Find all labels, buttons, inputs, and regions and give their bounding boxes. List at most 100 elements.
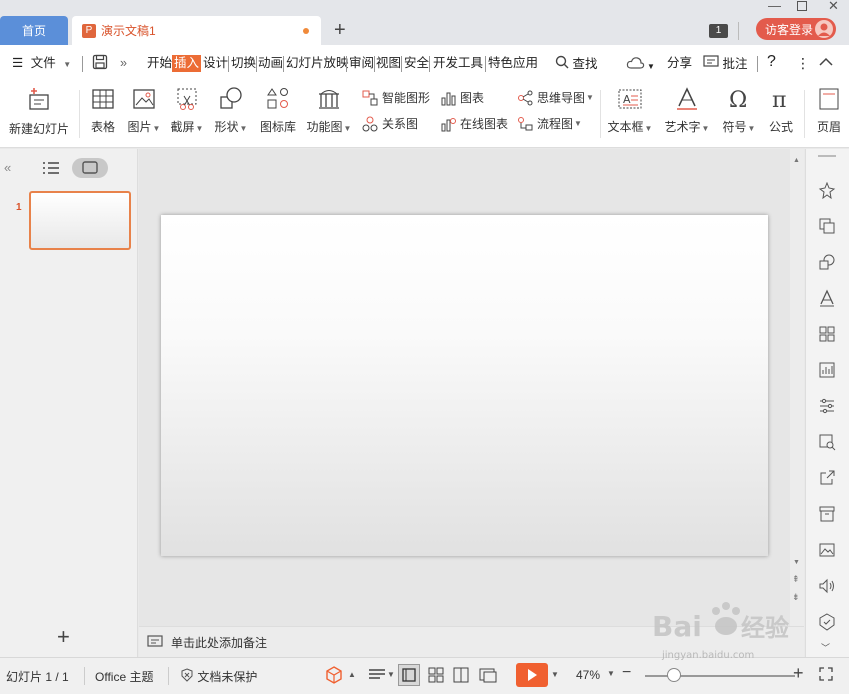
tab-animation[interactable]: 动画 bbox=[258, 55, 283, 72]
zoom-in-button[interactable]: + bbox=[793, 663, 804, 684]
tab-home[interactable]: 首页 bbox=[0, 16, 68, 45]
beautify-button[interactable] bbox=[325, 666, 343, 687]
wordart-button[interactable]: 艺术字▼ bbox=[663, 82, 711, 142]
zoom-slider-handle[interactable] bbox=[667, 668, 681, 682]
collapse-panel-icon[interactable]: « bbox=[4, 160, 11, 175]
slide-canvas[interactable] bbox=[161, 215, 768, 556]
help-icon[interactable]: ? bbox=[767, 53, 776, 70]
picture-button[interactable]: 图片▼ bbox=[124, 82, 164, 142]
more-options-icon[interactable]: ⋮ bbox=[796, 55, 810, 72]
relation-chart-button[interactable]: 关系图 bbox=[362, 115, 418, 132]
share-export-icon[interactable] bbox=[818, 469, 836, 490]
chart-button[interactable]: 图表 bbox=[440, 89, 484, 106]
shape-button[interactable]: 形状▼ bbox=[212, 82, 250, 142]
thumbnail-view-toggle[interactable] bbox=[72, 158, 108, 178]
picture-icon[interactable] bbox=[818, 541, 836, 562]
reading-view-button[interactable] bbox=[452, 666, 470, 687]
chevron-down-icon[interactable]: ▼ bbox=[387, 670, 395, 679]
sidebar-handle[interactable] bbox=[818, 155, 836, 157]
theme-name[interactable]: Office 主题 bbox=[95, 668, 153, 685]
shield-icon[interactable] bbox=[818, 613, 836, 634]
header-button[interactable]: 页眉 bbox=[812, 82, 846, 142]
presenter-view-button[interactable] bbox=[478, 666, 498, 687]
flowchart-button[interactable]: 流程图 ▼ bbox=[517, 115, 582, 132]
slide-thumbnail[interactable] bbox=[29, 191, 131, 250]
chevron-down-icon[interactable]: ▼ bbox=[551, 670, 559, 679]
window-count-badge[interactable]: 1 bbox=[709, 24, 728, 38]
zoom-level[interactable]: 47% bbox=[576, 668, 600, 682]
function-chart-button[interactable]: 功能图▼ bbox=[306, 82, 352, 142]
close-icon[interactable]: ✕ bbox=[828, 0, 839, 12]
save-icon[interactable] bbox=[92, 54, 108, 75]
more-icon[interactable]: » bbox=[120, 55, 127, 72]
new-tab-button[interactable]: + bbox=[334, 19, 346, 41]
tab-design[interactable]: 设计 bbox=[203, 55, 228, 72]
vertical-scrollbar[interactable]: ▲ ▼ ⇞ ⇟ bbox=[790, 149, 804, 657]
next-slide-icon[interactable]: ⇟ bbox=[792, 592, 800, 603]
prev-slide-icon[interactable]: ⇞ bbox=[792, 574, 800, 585]
table-button[interactable]: 表格 bbox=[86, 82, 120, 142]
fit-to-window-button[interactable] bbox=[818, 666, 834, 685]
divider bbox=[429, 56, 430, 72]
new-slide-button[interactable]: 新建幻灯片 bbox=[6, 82, 72, 142]
outline-view-icon[interactable] bbox=[42, 161, 60, 178]
textbox-button[interactable]: A 文本框▼ bbox=[606, 82, 654, 142]
chevron-down-icon[interactable]: ▼ bbox=[607, 669, 615, 678]
tab-slideshow[interactable]: 幻灯片放映 bbox=[286, 55, 349, 72]
comment-button[interactable]: 批注 bbox=[703, 55, 748, 74]
maximize-icon[interactable] bbox=[797, 1, 807, 11]
chevron-down-icon[interactable]: ﹀ bbox=[821, 641, 830, 654]
smart-graphic-label: 智能图形 bbox=[382, 91, 431, 105]
document-protection[interactable]: 文档未保护 bbox=[180, 668, 257, 685]
chevron-up-icon[interactable]: ▲ bbox=[348, 670, 356, 679]
shapes-icon bbox=[220, 87, 242, 109]
comment-icon bbox=[703, 55, 719, 74]
shape-format-icon[interactable] bbox=[818, 253, 836, 274]
online-chart-button[interactable]: 在线图表 bbox=[440, 115, 508, 132]
audio-icon[interactable] bbox=[818, 577, 836, 598]
tab-security[interactable]: 安全 bbox=[404, 55, 429, 72]
screenshot-button[interactable]: 截屏▼ bbox=[168, 82, 206, 142]
minimize-icon[interactable]: — bbox=[768, 0, 781, 12]
tab-developer[interactable]: 开发工具 bbox=[433, 55, 483, 72]
notes-area[interactable]: 单击此处添加备注 bbox=[139, 626, 804, 657]
tab-document[interactable]: P 演示文稿1 bbox=[72, 16, 321, 45]
object-select-icon[interactable] bbox=[818, 217, 836, 238]
grid-layout-icon[interactable] bbox=[818, 325, 836, 346]
search-button[interactable]: 查找 bbox=[555, 55, 598, 74]
formula-button[interactable]: π 公式 bbox=[764, 82, 798, 142]
tab-start[interactable]: 开始 bbox=[147, 55, 172, 72]
align-menu-button[interactable] bbox=[368, 667, 386, 686]
collapse-ribbon-icon[interactable] bbox=[818, 54, 834, 75]
symbol-button[interactable]: Ω 符号▼ bbox=[720, 82, 758, 142]
tab-view[interactable]: 视图 bbox=[376, 55, 401, 72]
text-effect-icon[interactable] bbox=[818, 289, 836, 310]
chart-analysis-icon[interactable] bbox=[818, 361, 836, 382]
archive-icon[interactable] bbox=[818, 505, 836, 526]
flowchart-label: 流程图 bbox=[537, 117, 574, 131]
magic-icon[interactable] bbox=[818, 181, 836, 203]
share-button[interactable]: 分享 bbox=[667, 55, 692, 72]
zoom-out-button[interactable]: − bbox=[622, 664, 631, 682]
chevron-down-icon[interactable]: ▼ bbox=[647, 58, 655, 75]
mindmap-button[interactable]: 思维导图 ▼ bbox=[517, 89, 594, 106]
tab-review[interactable]: 审阅 bbox=[349, 55, 374, 72]
wordart-label: 艺术字 bbox=[664, 120, 701, 134]
play-slideshow-button[interactable] bbox=[516, 663, 548, 687]
tab-insert[interactable]: 插入 bbox=[172, 55, 202, 72]
add-slide-button[interactable]: + bbox=[57, 624, 70, 650]
icon-library-label: 图标库 bbox=[259, 120, 296, 134]
slide-sorter-button[interactable] bbox=[427, 666, 445, 687]
tab-features[interactable]: 特色应用 bbox=[488, 55, 538, 72]
image-search-icon[interactable] bbox=[818, 433, 836, 454]
normal-view-button[interactable] bbox=[398, 664, 420, 686]
scroll-up-icon[interactable]: ▲ bbox=[793, 157, 800, 164]
icon-library-button[interactable]: 图标库 bbox=[259, 82, 297, 142]
cloud-sync-button[interactable] bbox=[626, 55, 648, 76]
login-button[interactable]: 访客登录 bbox=[756, 18, 836, 40]
smart-graphic-button[interactable]: 智能图形 bbox=[362, 89, 430, 106]
file-menu[interactable]: ☰ 文件 ▼ bbox=[12, 55, 71, 73]
settings-sliders-icon[interactable] bbox=[818, 397, 836, 418]
scroll-down-icon[interactable]: ▼ bbox=[793, 559, 800, 566]
tab-transition[interactable]: 切换 bbox=[231, 55, 256, 72]
